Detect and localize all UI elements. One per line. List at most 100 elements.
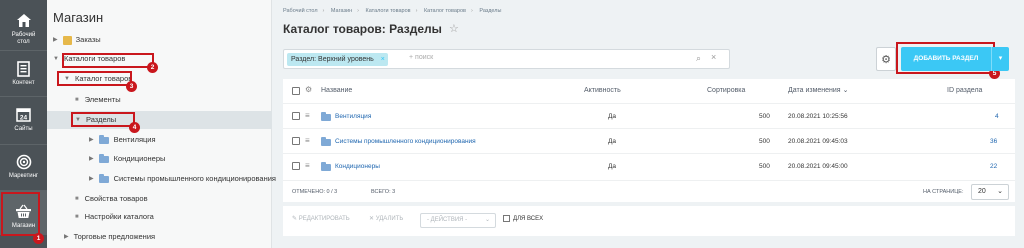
app-window: Рабочий стол Контент 24 Сайты Маркетинг — [0, 0, 1024, 248]
add-section-button[interactable]: ДОБАВИТЬ РАЗДЕЛ — [901, 47, 991, 71]
for-all-checkbox[interactable]: ДЛЯ ВСЕХ — [503, 215, 543, 222]
nav-item-content[interactable]: Контент — [0, 60, 47, 87]
expand-arrow-icon[interactable]: ▶ — [89, 150, 94, 168]
settings-button[interactable]: ⚙ — [876, 47, 896, 71]
nav-item-marketing[interactable]: Маркетинг — [0, 153, 47, 180]
search-input[interactable]: + поиск — [409, 54, 433, 61]
annotation-badge: 4 — [129, 122, 140, 133]
row-id[interactable]: 36 — [990, 129, 997, 154]
nav-item-label: Контент — [12, 80, 35, 86]
nav-item-label: Маркетинг — [8, 173, 39, 179]
column-header-name[interactable]: Название — [321, 79, 352, 103]
breadcrumb: Рабочий стол › Магазин › Каталоги товаров ›… — [283, 8, 502, 14]
folder-icon — [321, 162, 331, 171]
folder-icon — [98, 134, 109, 144]
tree-item-label: Вентиляция — [113, 135, 156, 144]
target-icon — [15, 153, 32, 170]
breadcrumb-item[interactable]: Каталоги товаров — [366, 8, 411, 14]
marked-count: ОТМЕЧЕНО: 0 / 3 — [292, 189, 338, 195]
row-checkbox[interactable] — [292, 137, 300, 145]
column-header-active[interactable]: Активность — [584, 79, 621, 103]
tree-item-industrial[interactable]: ▶ Системы промышленного кондиционировани… — [89, 170, 276, 188]
row-name-link[interactable]: Вентиляция — [335, 104, 371, 129]
per-page-label: НА СТРАНИЦЕ: — [923, 189, 964, 195]
tree-item-label: Кондиционеры — [113, 154, 166, 163]
annotation-badge: 2 — [147, 62, 158, 73]
annotation-box — [57, 71, 132, 86]
row-date: 20.08.2021 10:25:56 — [788, 113, 848, 120]
nav-item-desktop[interactable]: Рабочий стол — [0, 12, 47, 46]
calendar-icon: 24 — [15, 106, 32, 123]
row-name-link[interactable]: Системы промышленного кондиционирования — [335, 129, 476, 154]
tree-item-label: Торговые предложения — [73, 232, 156, 241]
annotation-badge: 3 — [126, 81, 137, 92]
pencil-icon: ✎ — [292, 216, 298, 222]
row-active: Да — [608, 163, 617, 170]
clear-icon[interactable]: × — [711, 52, 716, 62]
column-header-id[interactable]: ID раздела — [947, 79, 982, 103]
breadcrumb-item[interactable]: Каталог товаров — [424, 8, 466, 14]
tree-item-orders[interactable]: ▶ Заказы — [53, 31, 101, 49]
breadcrumb-item[interactable]: Магазин — [331, 8, 352, 14]
menu-icon[interactable]: ≡ — [305, 161, 310, 170]
table-row[interactable]: ≡ Системы промышленного кондиционировани… — [283, 128, 1015, 153]
tree-item-label: Настройки каталога — [84, 212, 154, 221]
row-date: 20.08.2021 09:45:03 — [788, 138, 848, 145]
tree-item-elements[interactable]: ■ Элементы — [75, 91, 121, 109]
collapse-arrow-icon[interactable]: ▼ — [53, 50, 59, 68]
tree-item-label: Свойства товаров — [84, 194, 148, 203]
menu-icon[interactable]: ≡ — [305, 136, 310, 145]
chevron-down-icon: ⌄ — [997, 188, 1003, 195]
table-row[interactable]: ≡ Кондиционеры Да 500 20.08.2021 09:45:0… — [283, 153, 1015, 178]
add-menu-dropdown[interactable]: ▾ — [991, 47, 1009, 71]
expand-arrow-icon[interactable]: ▶ — [53, 31, 58, 49]
actions-select[interactable]: - ДЕЙСТВИЯ - ⌄ — [420, 213, 496, 228]
folder-icon — [321, 137, 331, 146]
per-page-select[interactable]: 20 ⌄ — [971, 184, 1009, 200]
column-header-date[interactable]: Дата изменения ⌄ — [788, 79, 848, 103]
search-icon[interactable]: ⌕ — [696, 53, 701, 64]
edit-button[interactable]: ✎ РЕДАКТИРОВАТЬ — [292, 215, 350, 222]
page-title: Каталог товаров: Разделы — [283, 22, 442, 36]
group-actions-panel: ✎ РЕДАКТИРОВАТЬ ✕ УДАЛИТЬ - ДЕЙСТВИЯ - ⌄… — [283, 206, 1015, 236]
tree-item-conditioners[interactable]: ▶ Кондиционеры — [89, 150, 165, 168]
tree-item-label: Заказы — [75, 35, 101, 44]
annotation-badge: 1 — [33, 233, 44, 244]
chip-close-icon[interactable]: × — [381, 53, 385, 66]
orders-icon — [62, 35, 72, 45]
select-all-checkbox[interactable] — [292, 87, 300, 95]
total-count: ВСЕГО: 3 — [371, 189, 396, 195]
chevron-down-icon: ⌄ — [484, 217, 490, 223]
row-sort: 500 — [759, 138, 770, 145]
expand-arrow-icon[interactable]: ▶ — [89, 170, 94, 188]
row-active: Да — [608, 138, 617, 145]
expand-arrow-icon[interactable]: ▶ — [89, 131, 94, 149]
column-header-sort[interactable]: Сортировка — [707, 79, 745, 103]
filter-chip[interactable]: Раздел: Верхний уровень × — [287, 53, 388, 66]
row-sort: 500 — [759, 163, 770, 170]
star-icon[interactable]: ☆ — [449, 22, 459, 35]
row-active: Да — [608, 113, 617, 120]
folder-icon — [98, 153, 109, 163]
breadcrumb-item[interactable]: Разделы — [479, 8, 501, 14]
row-checkbox[interactable] — [292, 112, 300, 120]
nav-item-label: Рабочий стол — [11, 32, 36, 45]
tree-item-ventilation[interactable]: ▶ Вентиляция — [89, 131, 156, 149]
row-id[interactable]: 4 — [995, 104, 999, 129]
tree-item-settings[interactable]: ■ Настройки каталога — [75, 208, 154, 226]
row-id[interactable]: 22 — [990, 154, 997, 179]
row-checkbox[interactable] — [292, 162, 300, 170]
tree-item-offers[interactable]: ▶ Торговые предложения — [64, 228, 155, 246]
breadcrumb-item[interactable]: Рабочий стол — [283, 8, 318, 14]
annotation-box — [71, 112, 135, 127]
menu-icon[interactable]: ≡ — [305, 111, 310, 120]
table-row[interactable]: ≡ Вентиляция Да 500 20.08.2021 10:25:56 … — [283, 103, 1015, 128]
gear-icon[interactable]: ⚙ — [305, 85, 312, 94]
tree-item-properties[interactable]: ■ Свойства товаров — [75, 190, 148, 208]
expand-arrow-icon[interactable]: ▶ — [64, 228, 69, 246]
row-name-link[interactable]: Кондиционеры — [335, 154, 380, 179]
filter-search-bar[interactable]: Раздел: Верхний уровень × + поиск ⌕ × — [283, 49, 730, 69]
nav-item-sites[interactable]: 24 Сайты — [0, 106, 47, 133]
nav-item-label: Сайты — [14, 126, 33, 132]
delete-button[interactable]: ✕ УДАЛИТЬ — [369, 215, 403, 222]
